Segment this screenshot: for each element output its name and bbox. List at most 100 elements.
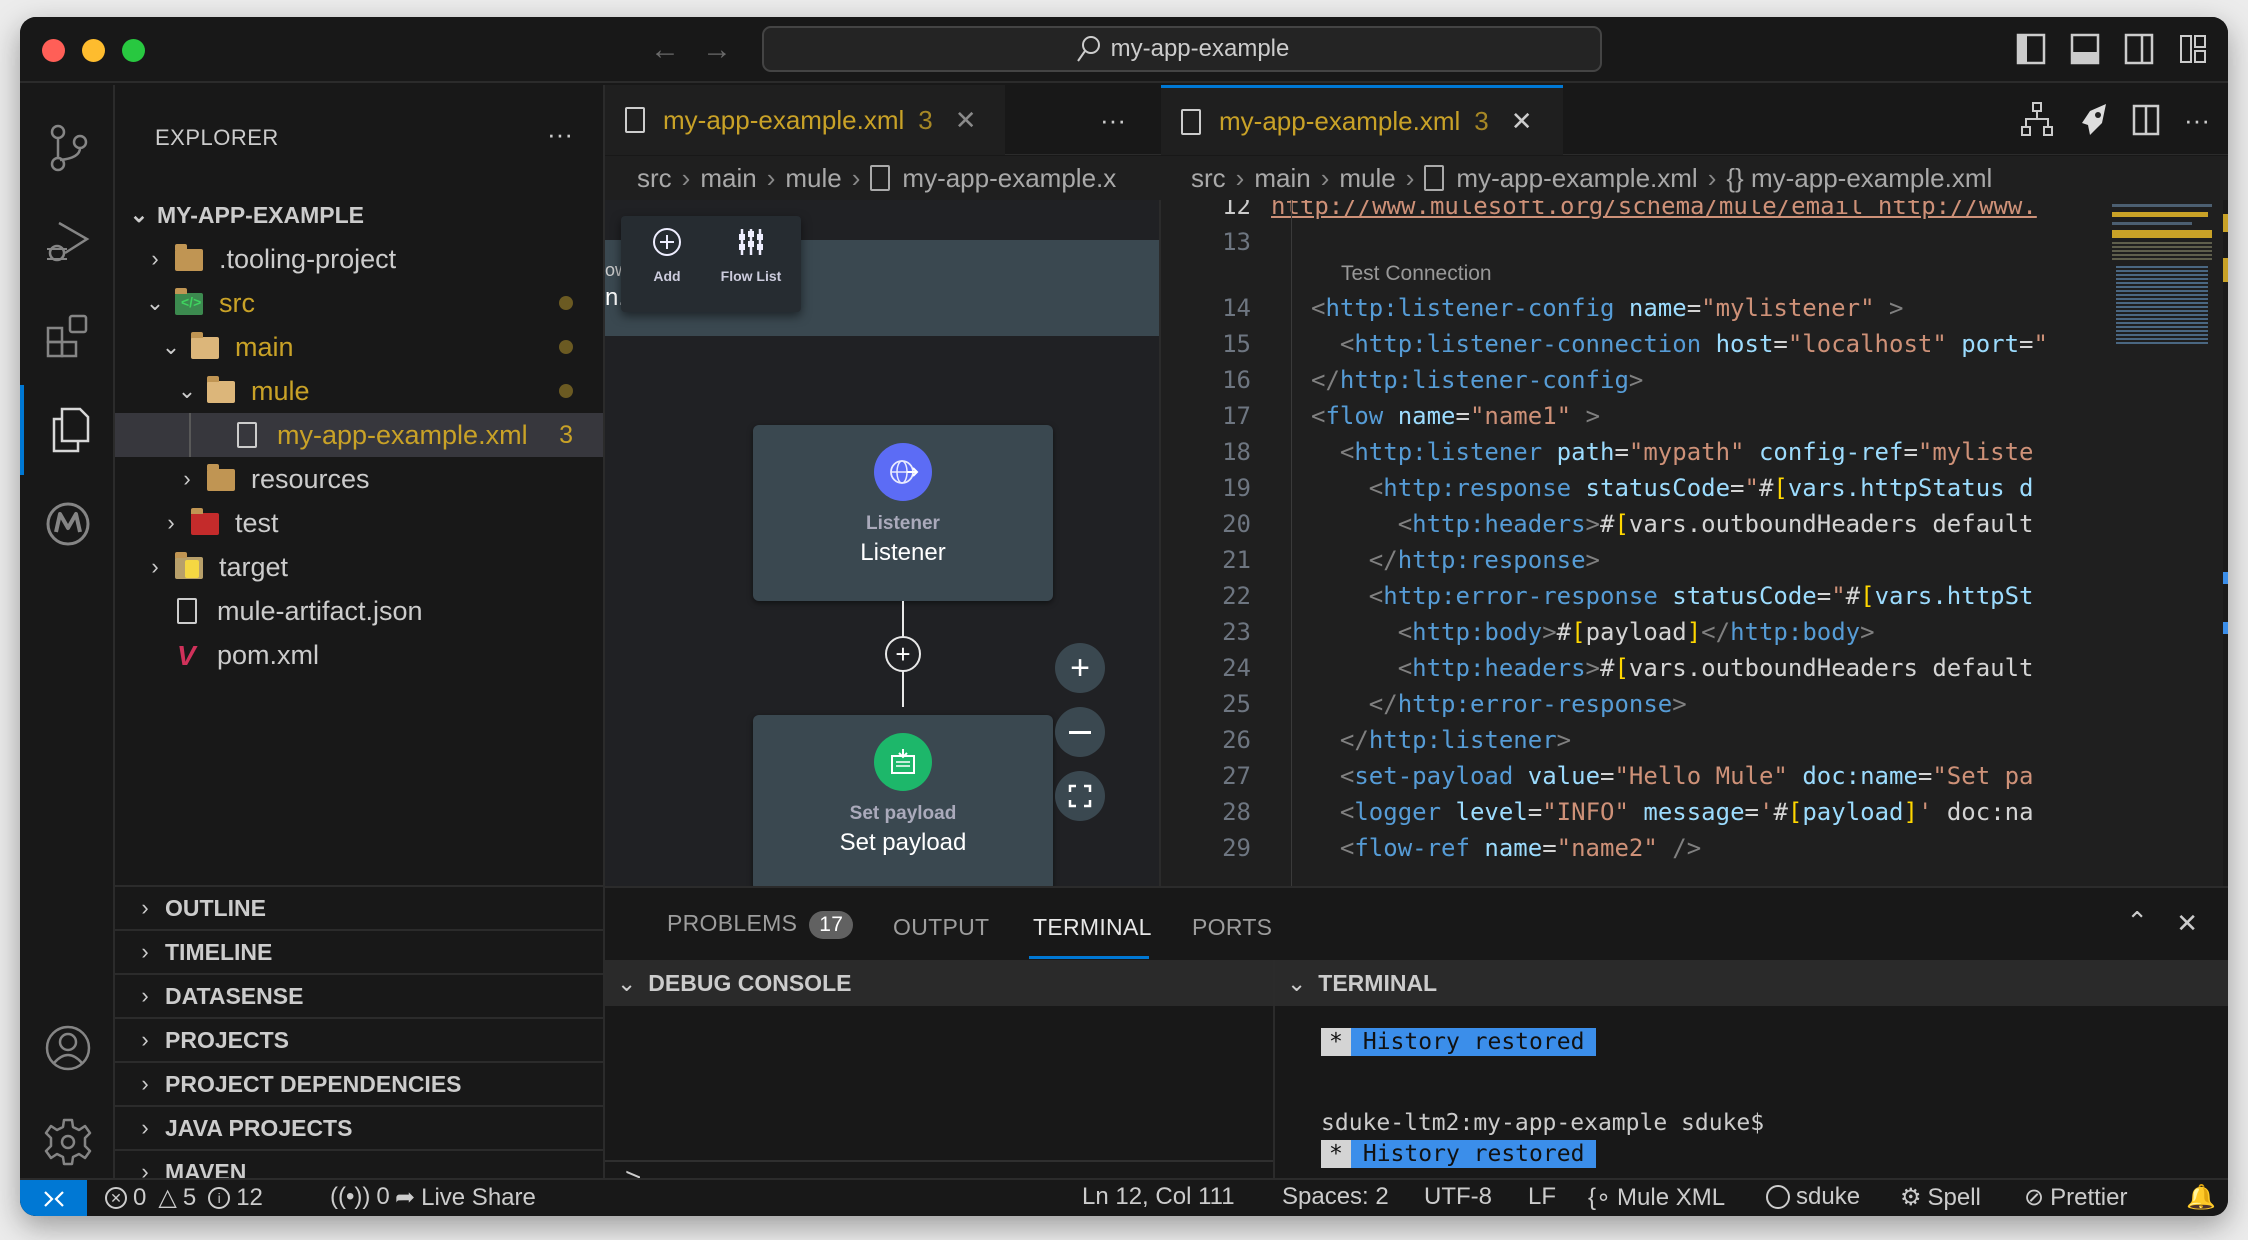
section-timeline[interactable]: › TIMELINE [115,929,603,973]
code-line[interactable]: 18 <http:listener path="mypath" config-r… [1161,434,2061,470]
tab-output[interactable]: OUTPUT [893,914,989,941]
breadcrumb-item[interactable]: src [637,163,672,194]
code-line[interactable]: 17 <flow name="name1" > [1161,398,2061,434]
terminal-output[interactable]: * History restored sduke-ltm2:my-app-exam… [1297,1006,2228,1216]
code-line[interactable]: 12 http://www.mulesoft.org/schema/mule/em… [1161,200,2061,224]
prettier-status[interactable]: ⊘ Prettier [2024,1183,2127,1212]
encoding[interactable]: UTF-8 [1424,1183,1492,1211]
customize-layout-icon[interactable] [2178,32,2210,66]
account-status[interactable]: sduke [1766,1183,1860,1211]
extensions-icon[interactable] [20,291,115,381]
toggle-secondary-sidebar-icon[interactable] [2124,32,2156,66]
close-tab-icon[interactable]: ✕ [955,105,977,136]
tree-item-mule[interactable]: ⌄ mule [115,369,603,413]
section-projects[interactable]: › PROJECTS [115,1017,603,1061]
tab-problems[interactable]: PROBLEMS 17 [667,910,854,939]
insert-component-button[interactable]: + [885,636,921,672]
tab-my-app-example-xml-left[interactable]: my-app-example.xml 3 ✕ [605,85,1005,155]
zoom-in-button[interactable]: + [1055,643,1105,693]
toggle-panel-icon[interactable] [2070,32,2102,66]
breadcrumb-item[interactable]: mule [1339,163,1395,194]
code-line[interactable]: 23 <http:body>#[payload]</http:body> [1161,614,2061,650]
problems-status[interactable]: ✕ 0 △ 5 i 12 [105,1183,263,1212]
code-line[interactable]: 15 <http:listener-connection host="local… [1161,326,2061,362]
breadcrumb-item[interactable]: mule [785,163,841,194]
mulesoft-icon[interactable] [20,479,115,569]
flow-list-button[interactable]: Flow List [711,226,791,284]
more-actions-icon[interactable]: ··· [547,119,573,150]
breadcrumb-item[interactable]: main [700,163,756,194]
code-line[interactable]: 29 <flow-ref name="name2" /> [1161,830,2061,866]
flow-canvas[interactable]: ow n... Add Flow List Listener Listener … [605,200,1161,886]
tree-item-my-app-example-xml[interactable]: my-app-example.xml 3 [115,413,603,457]
workspace-root[interactable]: ⌄ MY-APP-EXAMPLE [115,193,603,237]
add-button[interactable]: Add [627,226,707,284]
section-outline[interactable]: › OUTLINE [115,885,603,929]
cursor-position[interactable]: Ln 12, Col 111 [1082,1183,1235,1211]
split-editor-icon[interactable] [2132,103,2162,137]
close-tab-icon[interactable]: ✕ [1511,106,1533,137]
breadcrumb-item[interactable]: src [1191,163,1226,194]
code-line[interactable]: 13 [1161,224,2061,260]
chevron-up-icon[interactable]: ⌃ [2126,906,2148,937]
end-of-line[interactable]: LF [1528,1183,1556,1211]
breadcrumb-item[interactable]: main [1254,163,1310,194]
code-line[interactable]: 19 <http:response statusCode="#[vars.htt… [1161,470,2061,506]
tab-ports[interactable]: PORTS [1192,914,1272,941]
debug-icon[interactable] [20,197,115,287]
code-line[interactable]: 14 <http:listener-config name="mylistener… [1161,290,2061,326]
arrow-left-icon[interactable]: ← [650,33,680,67]
code-line[interactable]: 28 <logger level="INFO" message='#[paylo… [1161,794,2061,830]
tree-item-resources[interactable]: › resources [115,457,603,501]
section-datasense[interactable]: › DATASENSE [115,973,603,1017]
live-share-button[interactable]: ➦ Live Share [395,1183,536,1212]
flow-diagram-icon[interactable] [2020,101,2054,139]
code-line[interactable]: 22 <http:error-response statusCode="#[va… [1161,578,2061,614]
tree-item-tooling-project[interactable]: › .tooling-project [115,237,603,281]
breadcrumb-item[interactable]: {} my-app-example.xml [1726,163,1992,194]
overview-ruler[interactable] [2223,200,2228,886]
minimap[interactable] [2106,200,2226,886]
ports-status[interactable]: ((•)) 0 [330,1183,390,1211]
section-project-dependencies[interactable]: › PROJECT DEPENDENCIES [115,1061,603,1105]
tab-terminal[interactable]: TERMINAL [1029,914,1152,959]
tree-item-pom-xml[interactable]: V pom.xml [115,633,603,677]
tree-item-main[interactable]: ⌄ main [115,325,603,369]
code-line[interactable]: 24 <http:headers>#[vars.outboundHeaders … [1161,650,2061,686]
code-line[interactable]: 20 <http:headers>#[vars.outboundHeaders … [1161,506,2061,542]
tree-item-target[interactable]: › target [115,545,603,589]
breadcrumb-item[interactable]: my-app-example.x [902,163,1116,194]
more-actions-icon[interactable]: ··· [1100,105,1126,136]
files-icon[interactable] [20,385,115,475]
code-line[interactable]: 21 </http:response> [1161,542,2061,578]
gear-icon[interactable] [20,1097,115,1187]
flow-node-listener[interactable]: Listener Listener [753,425,1053,601]
arrow-right-icon[interactable]: → [702,33,732,67]
fit-to-screen-button[interactable] [1055,771,1105,821]
more-actions-icon[interactable]: ··· [2184,105,2210,136]
tab-my-app-example-xml-right[interactable]: my-app-example.xml 3 ✕ [1161,85,1563,155]
code-line[interactable]: 16 </http:listener-config> [1161,362,2061,398]
minimize-window-button[interactable] [82,39,105,62]
account-icon[interactable] [20,1003,115,1093]
section-java-projects[interactable]: › JAVA PROJECTS [115,1105,603,1149]
close-icon[interactable]: ✕ [2176,908,2198,939]
breadcrumb-item[interactable]: my-app-example.xml [1456,163,1697,194]
tree-item-test[interactable]: › test [115,501,603,545]
maximize-window-button[interactable] [122,39,145,62]
codelens-test-connection[interactable]: Test Connection [1341,262,1492,286]
code-line[interactable]: 27 <set-payload value="Hello Mule" doc:n… [1161,758,2061,794]
terminal-header[interactable]: ⌄ TERMINAL [1275,960,2228,1006]
tree-item-src[interactable]: ⌄ </> src [115,281,603,325]
language-mode[interactable]: {∘ Mule XML [1588,1183,1725,1212]
notifications-bell-icon[interactable]: 🔔 [2186,1183,2216,1212]
spell-check-status[interactable]: ⚙ Spell [1900,1183,1981,1212]
flow-node-set-payload[interactable]: Set payload Set payload [753,715,1053,886]
indentation[interactable]: Spaces: 2 [1282,1183,1389,1211]
deploy-rocket-icon[interactable] [2076,101,2110,139]
code-line[interactable]: 26 </http:listener> [1161,722,2061,758]
code-line[interactable]: 25 </http:error-response> [1161,686,2061,722]
code-editor[interactable]: 12 http://www.mulesoft.org/schema/mule/em… [1161,200,2228,886]
tree-item-mule-artifact-json[interactable]: mule-artifact.json [115,589,603,633]
command-center-search[interactable]: my-app-example [762,26,1602,72]
